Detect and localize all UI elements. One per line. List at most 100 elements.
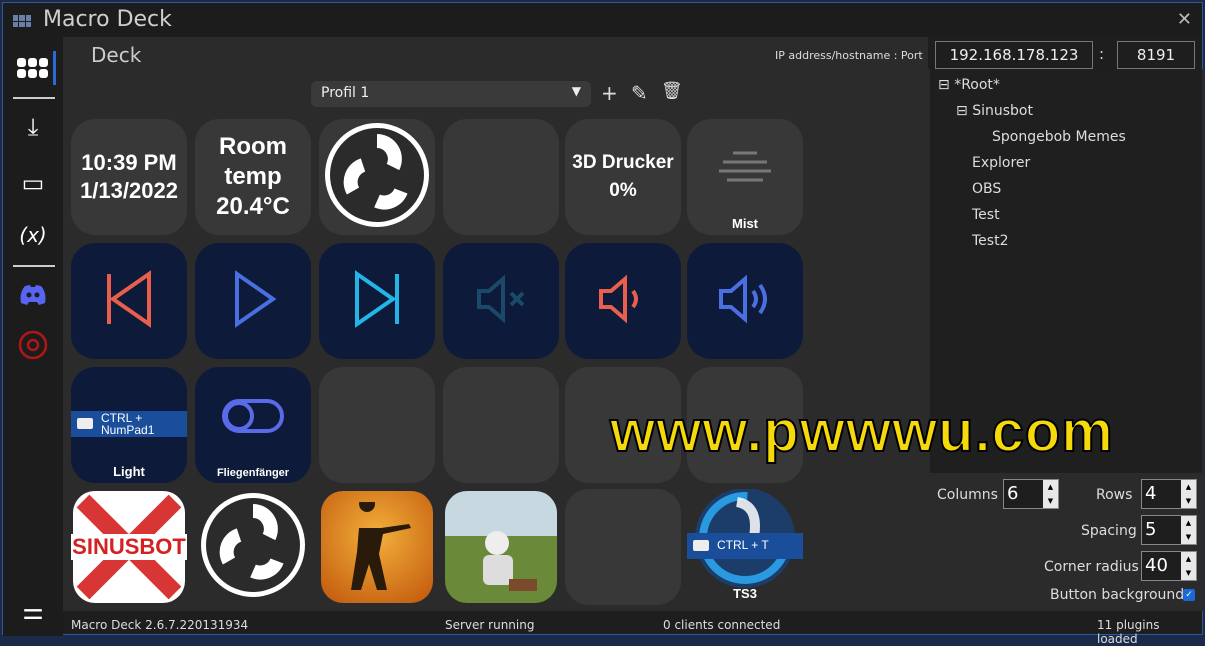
keyboard-icon: [693, 540, 709, 551]
button-text: Room: [219, 133, 287, 160]
close-button[interactable]: ✕: [1177, 9, 1192, 30]
divider: [13, 97, 55, 99]
app-window: Macro Deck ✕ ⤓ ▭ (x) ⚌ Deck Profil 1 ▼ + …: [2, 2, 1204, 646]
button-background-checkbox[interactable]: ✓: [1183, 589, 1195, 601]
deck-button[interactable]: [195, 243, 311, 359]
keyboard-icon: [77, 418, 93, 429]
tree-node[interactable]: OBS: [972, 181, 1001, 197]
deck-button[interactable]: [319, 489, 435, 605]
button-label: Light: [113, 464, 145, 479]
deck-button[interactable]: [565, 243, 681, 359]
sinusbot-icon: SINUSBOT: [71, 491, 187, 603]
spacing-label: Spacing: [1081, 523, 1137, 539]
port-input[interactable]: 8191: [1117, 41, 1195, 69]
deck-button[interactable]: [443, 489, 559, 605]
deck-button[interactable]: [565, 489, 681, 605]
button-text: temp: [224, 163, 282, 190]
deck-button[interactable]: [319, 119, 435, 235]
variables-icon[interactable]: (x): [15, 217, 51, 253]
version-text: Macro Deck 2.6.7.220131934: [71, 618, 249, 632]
port-separator: :: [1099, 45, 1105, 63]
button-text: 0%: [609, 180, 637, 201]
button-label: TS3: [733, 586, 757, 601]
profile-value: Profil 1: [321, 85, 370, 101]
hotkey-badge: CTRL + T: [687, 533, 803, 559]
button-text: 10:39 PM: [81, 150, 177, 175]
volume-low-icon: [593, 269, 653, 334]
deck-button[interactable]: Room temp 20.4°C: [195, 119, 311, 235]
server-status: Server running: [445, 618, 535, 632]
corner-radius-stepper[interactable]: 40 ▲ ▼: [1141, 551, 1197, 581]
deck-button[interactable]: CTRL + T TS3: [687, 489, 803, 605]
add-profile-button[interactable]: +: [601, 81, 618, 105]
deck-button[interactable]: SINUSBOT: [71, 489, 187, 605]
rows-stepper[interactable]: 4 ▲ ▼: [1141, 479, 1197, 509]
edit-profile-button[interactable]: ✎: [631, 81, 648, 105]
window-title: Macro Deck: [43, 7, 172, 32]
delete-profile-button[interactable]: 🗑: [661, 81, 683, 101]
clients-status: 0 clients connected: [663, 618, 781, 632]
rows-label: Rows: [1096, 487, 1133, 503]
ip-input[interactable]: 192.168.178.123: [935, 41, 1093, 69]
next-icon: [347, 269, 407, 334]
watermark: www.pwwwu.com: [609, 398, 1114, 465]
tree-node[interactable]: Test2: [972, 233, 1008, 249]
sidebar: ⤓ ▭ (x) ⚌: [3, 37, 63, 636]
active-indicator: [53, 51, 56, 85]
discord-icon[interactable]: [15, 277, 51, 313]
deck-button[interactable]: 10:39 PM 1/13/2022: [71, 119, 187, 235]
obs-icon: [323, 121, 431, 234]
ip-label: IP address/hostname : Port: [775, 49, 923, 62]
toggle-icon: [221, 398, 285, 439]
play-icon: [223, 269, 283, 334]
spacing-stepper[interactable]: 5 ▲ ▼: [1141, 515, 1197, 545]
page-title: Deck: [91, 43, 142, 67]
app-logo-icon: [13, 15, 31, 27]
divider: [13, 265, 55, 267]
deck-button[interactable]: CTRL + NumPad1 Light: [71, 367, 187, 483]
devices-icon[interactable]: ▭: [15, 165, 51, 201]
button-text: 3D Drucker: [572, 152, 674, 173]
columns-stepper[interactable]: 6 ▲ ▼: [1003, 479, 1059, 509]
tree-node[interactable]: ⊟ Sinusbot: [956, 103, 1033, 119]
button-label: Mist: [732, 216, 758, 231]
button-label: Fliegenfänger: [216, 467, 290, 479]
mute-icon: [471, 269, 531, 334]
deck-button[interactable]: [319, 367, 435, 483]
deck-button[interactable]: [443, 243, 559, 359]
hotkey-badge: CTRL + NumPad1: [71, 411, 187, 437]
deck-button[interactable]: Fliegenfänger: [195, 367, 311, 483]
tree-node[interactable]: Test: [972, 207, 1000, 223]
settings-sliders-icon[interactable]: ⚌: [15, 593, 51, 629]
deck-button[interactable]: [687, 243, 803, 359]
tree-node[interactable]: Spongebob Memes: [992, 129, 1126, 145]
deck-panel: Deck Profil 1 ▼ + ✎ 🗑 10:39 PM 1/13/2022 Ro…: [63, 37, 928, 611]
deck-button[interactable]: [443, 367, 559, 483]
chevron-down-icon: ▼: [571, 84, 581, 98]
deck-button[interactable]: [195, 489, 311, 605]
counter-strike-icon: [321, 491, 433, 603]
columns-label: Columns: [937, 487, 998, 503]
deck-grid-icon[interactable]: [15, 51, 51, 87]
mist-icon: [715, 148, 775, 193]
pubg-icon: [445, 491, 557, 603]
tree-node[interactable]: Explorer: [972, 155, 1030, 171]
deck-button[interactable]: [319, 243, 435, 359]
profile-select[interactable]: Profil 1 ▼: [311, 81, 591, 107]
title-bar: Macro Deck ✕: [3, 3, 1202, 37]
button-background-label: Button background: [1050, 587, 1185, 603]
obs-icon: [199, 491, 307, 604]
deck-button[interactable]: 3D Drucker 0%: [565, 119, 681, 235]
deck-button[interactable]: [443, 119, 559, 235]
deck-button[interactable]: Mist: [687, 119, 803, 235]
tree-node-root[interactable]: ⊟ *Root*: [938, 77, 1000, 93]
button-text: 1/13/2022: [80, 178, 178, 203]
previous-icon: [99, 269, 159, 334]
download-icon[interactable]: ⤓: [15, 109, 51, 145]
obs-icon[interactable]: [15, 327, 51, 363]
volume-high-icon: [715, 269, 775, 334]
deck-button[interactable]: [71, 243, 187, 359]
plugins-status: 11 plugins loaded: [1097, 618, 1160, 646]
button-text: 20.4°C: [216, 193, 290, 220]
corner-radius-label: Corner radius: [1044, 559, 1139, 575]
